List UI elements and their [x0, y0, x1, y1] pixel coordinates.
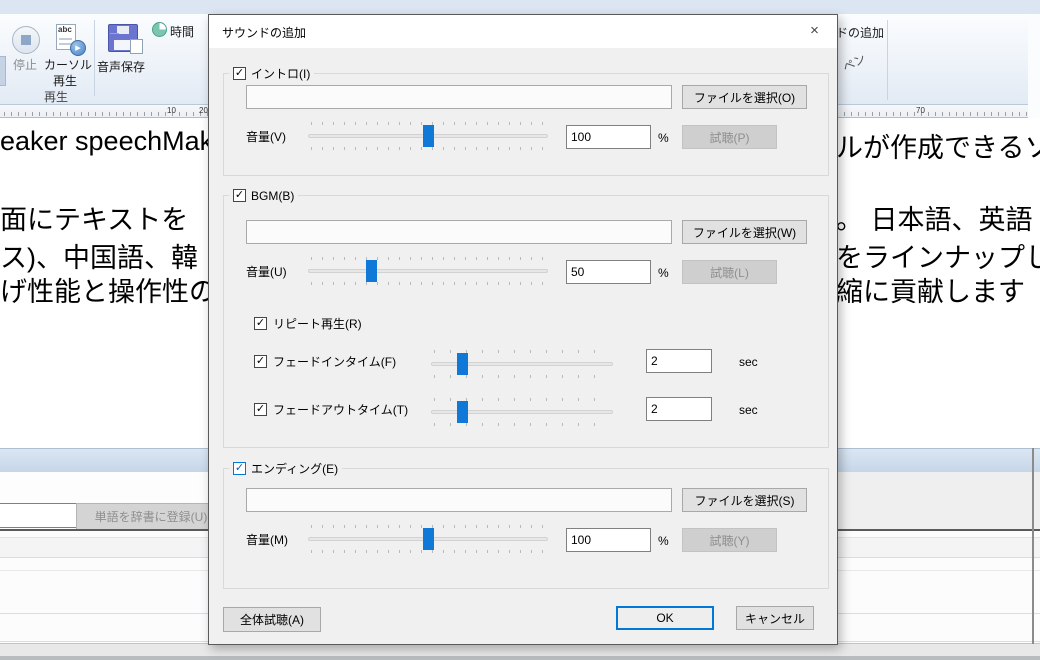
slider-thumb[interactable]	[423, 125, 434, 147]
check-icon: ✓	[256, 356, 265, 367]
repeat-checkbox[interactable]: ✓	[254, 317, 267, 330]
check-icon: ✓	[235, 463, 244, 474]
fade-out-slider[interactable]	[431, 395, 613, 429]
fade-in-checkbox[interactable]: ✓	[254, 355, 267, 368]
check-icon: ✓	[256, 318, 265, 329]
doc-text: ス)、中国語、韓	[0, 243, 198, 273]
ok-button[interactable]: OK	[616, 606, 714, 630]
window-right-edge	[1032, 448, 1034, 644]
window-right-margin	[1028, 14, 1040, 118]
ruler-mark: 20	[199, 106, 208, 115]
window-bottom-edge	[0, 656, 1040, 660]
stop-icon	[12, 26, 40, 54]
ending-file-input[interactable]	[246, 488, 672, 512]
ending-checkbox[interactable]: ✓	[233, 462, 246, 475]
dialog-title: サウンドの追加	[222, 24, 306, 41]
clipped-ribbon-button	[0, 56, 6, 86]
bgm-volume-slider[interactable]	[308, 254, 548, 288]
repeat-label: リピート再生(R)	[273, 315, 362, 332]
preview-all-button[interactable]: 全体試聴(A)	[223, 607, 321, 632]
slider-thumb[interactable]	[457, 401, 468, 423]
slider-thumb[interactable]	[366, 260, 377, 282]
cursor-play-button-line2[interactable]: 再生	[53, 72, 77, 89]
save-audio-icon	[108, 24, 138, 52]
intro-percent-label: %	[658, 131, 669, 145]
close-icon[interactable]: ×	[792, 15, 837, 46]
register-word-button[interactable]: 単語を辞書に登録(U)	[76, 503, 226, 530]
fade-in-label: フェードインタイム(F)	[273, 353, 396, 370]
fade-out-label: フェードアウトタイム(T)	[273, 401, 408, 418]
intro-select-file-button[interactable]: ファイルを選択(O)	[682, 85, 807, 109]
fade-in-input[interactable]	[646, 349, 712, 373]
time-button[interactable]: 時間	[170, 23, 194, 40]
add-sound-dialog: サウンドの追加 × ✓ イントロ(I) ファイルを選択(O) 音量(V) % 試…	[208, 14, 838, 645]
save-audio-button[interactable]: 音声保存	[97, 58, 145, 75]
fade-in-slider[interactable]	[431, 347, 613, 381]
check-icon: ✓	[235, 190, 244, 201]
ribbon-separator	[887, 20, 888, 100]
bgm-volume-label: 音量(U)	[246, 263, 287, 280]
stop-button[interactable]: 停止	[13, 56, 37, 73]
ending-volume-input[interactable]	[566, 528, 651, 552]
fade-in-sec-label: sec	[739, 355, 758, 369]
cancel-button[interactable]: キャンセル	[736, 606, 814, 630]
dialog-titlebar[interactable]: サウンドの追加 ×	[209, 15, 837, 48]
intro-checkbox[interactable]: ✓	[233, 67, 246, 80]
fade-out-checkbox[interactable]: ✓	[254, 403, 267, 416]
fade-in-checkbox-row[interactable]: ✓ フェードインタイム(F)	[254, 353, 396, 370]
doc-text: eaker speechMak	[0, 126, 213, 156]
check-icon: ✓	[256, 404, 265, 415]
ending-select-file-button[interactable]: ファイルを選択(S)	[682, 488, 807, 512]
doc-text: 縮に貢献します	[836, 270, 1025, 309]
ruler-mark: 10	[167, 106, 176, 115]
lower-panel-right	[838, 472, 1040, 529]
intro-preview-button: 試聴(P)	[682, 125, 777, 149]
doc-text: ルが作成できるソ	[836, 126, 1040, 165]
check-icon: ✓	[235, 68, 244, 79]
ending-label: エンディング(E)	[251, 460, 338, 477]
intro-label: イントロ(I)	[251, 65, 310, 82]
play-icon: ▶	[70, 40, 86, 56]
fade-out-checkbox-row[interactable]: ✓ フェードアウトタイム(T)	[254, 401, 408, 418]
window-top-strip	[0, 0, 1040, 14]
slider-thumb[interactable]	[423, 528, 434, 550]
ending-preview-button: 試聴(Y)	[682, 528, 777, 552]
clipped-ribbon-text: ドの追加	[836, 24, 884, 41]
intro-volume-input[interactable]	[566, 125, 651, 149]
fade-out-input[interactable]	[646, 397, 712, 421]
bgm-percent-label: %	[658, 266, 669, 280]
doc-text: げ性能と操作性の	[0, 277, 216, 307]
ending-percent-label: %	[658, 534, 669, 548]
bgm-preview-button: 試聴(L)	[682, 260, 777, 284]
doc-text: 面にテキストを	[0, 205, 188, 235]
pen-label-fragment: ペン	[839, 49, 868, 75]
ending-volume-slider[interactable]	[308, 522, 548, 556]
ribbon-separator	[94, 20, 95, 96]
app-window: 停止 abc ▶ カーソル 再生 音声保存 時間 再生 ドの追加 ペン 10 2…	[0, 0, 1040, 660]
intro-volume-label: 音量(V)	[246, 128, 286, 145]
bgm-select-file-button[interactable]: ファイルを選択(W)	[682, 220, 807, 244]
fade-out-sec-label: sec	[739, 403, 758, 417]
bgm-file-input[interactable]	[246, 220, 672, 244]
ribbon-group-label: 再生	[44, 88, 68, 105]
intro-volume-slider[interactable]	[308, 119, 548, 153]
repeat-checkbox-row[interactable]: ✓ リピート再生(R)	[254, 315, 362, 332]
intro-file-input[interactable]	[246, 85, 672, 109]
bgm-checkbox[interactable]: ✓	[233, 189, 246, 202]
time-icon	[152, 22, 167, 37]
bgm-volume-input[interactable]	[566, 260, 651, 284]
cursor-play-icon: abc ▶	[56, 24, 86, 56]
cursor-play-button[interactable]: カーソル	[44, 56, 92, 73]
bgm-label: BGM(B)	[251, 189, 294, 203]
ending-volume-label: 音量(M)	[246, 531, 288, 548]
ruler-mark: 70	[916, 106, 925, 115]
doc-text: 。 日本語、英語	[836, 198, 1033, 237]
slider-thumb[interactable]	[457, 353, 468, 375]
